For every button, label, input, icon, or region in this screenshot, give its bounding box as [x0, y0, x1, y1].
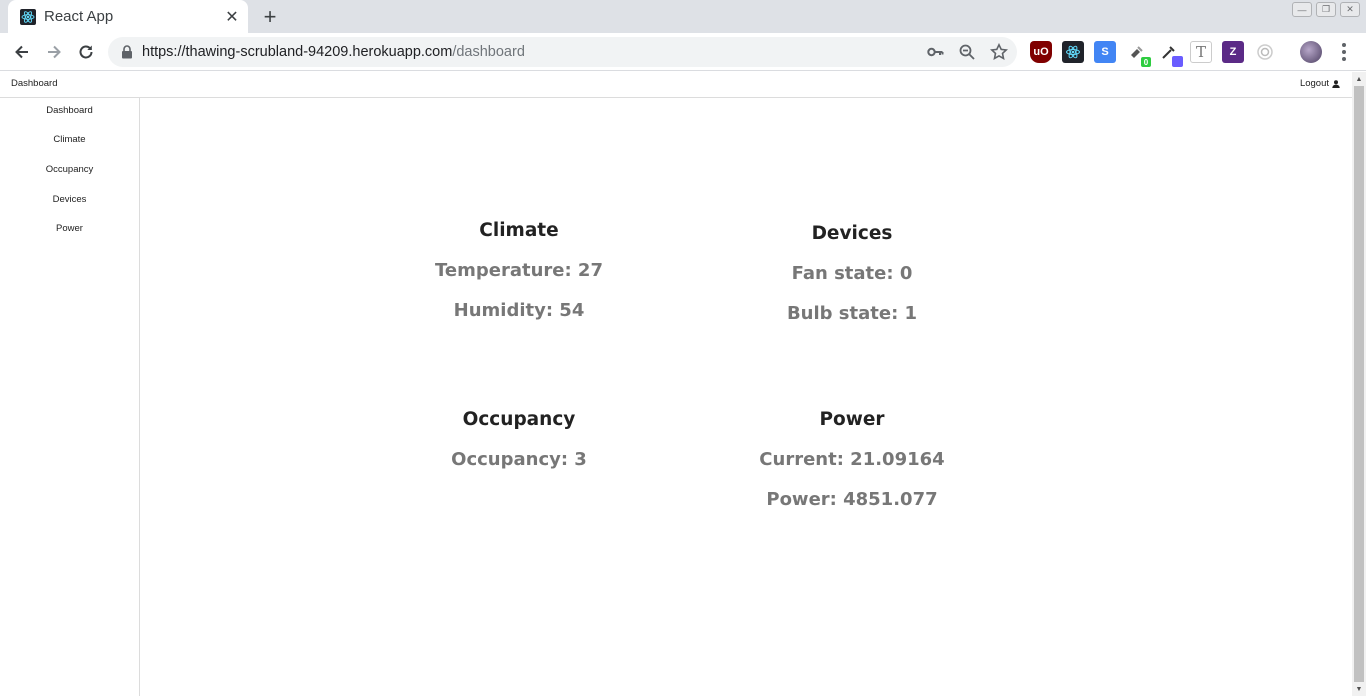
bookmark-star-icon[interactable] [989, 42, 1009, 62]
sidebar-item-occupancy[interactable]: Occupancy [0, 164, 139, 175]
sidebar-item-power[interactable]: Power [0, 223, 139, 234]
devices-title: Devices [811, 223, 893, 244]
target-extension-icon[interactable] [1254, 41, 1276, 63]
window-controls: — ❐ ✕ [1292, 2, 1360, 17]
climate-card: Climate Temperature: 27 Humidity: 54 [369, 220, 669, 324]
navbar-brand[interactable]: Dashboard [11, 78, 57, 89]
react-devtools-icon[interactable] [1062, 41, 1084, 63]
browser-toolbar: https://thawing-scrubland-94209.herokuap… [0, 33, 1366, 71]
ublock-icon[interactable]: uO [1030, 41, 1052, 63]
url-path: /dashboard [452, 44, 525, 60]
power-title: Power [819, 409, 885, 430]
scroll-thumb[interactable] [1354, 86, 1364, 682]
close-tab-icon[interactable]: ✕ [224, 9, 240, 26]
dashboard-main: Climate Temperature: 27 Humidity: 54 Dev… [140, 98, 1352, 696]
lock-icon[interactable] [120, 45, 134, 59]
user-icon [1332, 79, 1340, 88]
s-extension-icon[interactable]: S [1094, 41, 1116, 63]
close-window-icon[interactable]: ✕ [1340, 2, 1360, 17]
restore-icon[interactable]: ❐ [1316, 2, 1336, 17]
url-host: https://thawing-scrubland-94209.herokuap… [142, 44, 453, 60]
scroll-down-icon[interactable]: ▼ [1352, 682, 1366, 696]
climate-title: Climate [479, 220, 559, 241]
forward-icon[interactable] [42, 40, 66, 64]
occupancy-card: Occupancy Occupancy: 3 [369, 409, 669, 473]
logout-label: Logout [1299, 78, 1329, 89]
profile-avatar[interactable] [1300, 41, 1322, 63]
extension-badge: 0 [1141, 57, 1151, 67]
sidebar-item-climate[interactable]: Climate [0, 134, 139, 145]
bulb-state-value: Bulb state: 1 [786, 303, 918, 324]
sidebar-item-devices[interactable]: Devices [0, 194, 139, 205]
devices-card: Devices Fan state: 0 Bulb state: 1 [702, 223, 1002, 327]
humidity-value: Humidity: 54 [453, 300, 585, 321]
tab-title: React App [44, 8, 114, 25]
sidebar: Dashboard Climate Occupancy Devices Powe… [0, 98, 140, 696]
current-value: Current: 21.09164 [759, 449, 945, 470]
url-text: https://thawing-scrubland-94209.herokuap… [142, 44, 525, 60]
browser-menu-icon[interactable] [1336, 41, 1352, 63]
eyedropper-icon[interactable] [1158, 41, 1183, 67]
page-scrollbar[interactable]: ▲ ▼ [1352, 72, 1366, 696]
scroll-up-icon[interactable]: ▲ [1352, 72, 1366, 86]
browser-tab[interactable]: React App ✕ [8, 0, 248, 33]
logout-button[interactable]: Logout [1300, 78, 1340, 89]
power-value: Power: 4851.077 [766, 489, 938, 510]
fan-state-value: Fan state: 0 [791, 263, 913, 284]
satellite-extension-icon[interactable]: 0 [1126, 41, 1151, 67]
power-card: Power Current: 21.09164 Power: 4851.077 [702, 409, 1002, 513]
minimize-icon[interactable]: — [1292, 2, 1312, 17]
temperature-value: Temperature: 27 [435, 260, 603, 281]
zotero-icon[interactable]: Z [1222, 41, 1244, 63]
address-bar[interactable]: https://thawing-scrubland-94209.herokuap… [108, 37, 1017, 67]
reload-icon[interactable] [74, 40, 98, 64]
zoom-icon[interactable] [957, 42, 977, 62]
react-icon [20, 8, 36, 25]
color-swatch [1172, 56, 1183, 67]
page-viewport: Dashboard Logout Dashboard Climate Occup… [0, 72, 1352, 696]
new-tab-icon[interactable]: + [258, 5, 282, 29]
app-navbar: Dashboard Logout [0, 72, 1352, 98]
occupancy-title: Occupancy [462, 409, 576, 430]
key-icon[interactable] [925, 42, 945, 62]
occupancy-value: Occupancy: 3 [451, 449, 587, 470]
sidebar-item-dashboard[interactable]: Dashboard [0, 105, 139, 116]
tab-strip: React App ✕ + — ❐ ✕ [0, 0, 1366, 33]
back-icon[interactable] [10, 40, 34, 64]
extensions-bar: uO S 0 T Z [1030, 41, 1276, 67]
text-extension-icon[interactable]: T [1190, 41, 1212, 63]
